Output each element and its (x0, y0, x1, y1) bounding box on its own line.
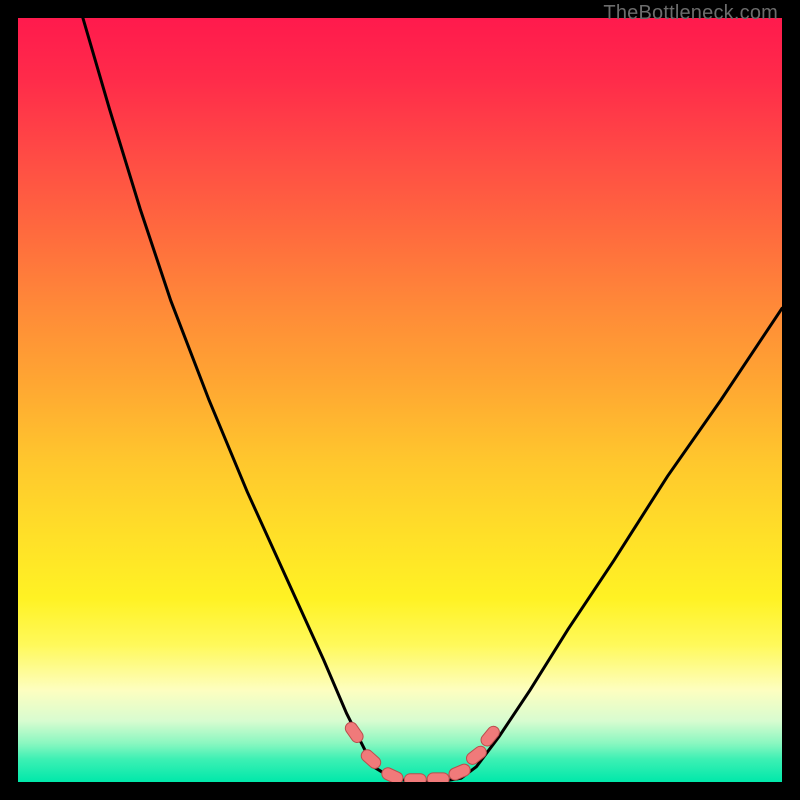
curve-layer (18, 18, 782, 782)
chart-frame: TheBottleneck.com (0, 0, 800, 800)
bottleneck-curve (83, 18, 782, 782)
valley-markers (343, 720, 502, 782)
plot-area (18, 18, 782, 782)
valley-marker (404, 774, 426, 782)
valley-marker (479, 724, 502, 749)
valley-marker (464, 744, 489, 767)
v-curve-path (83, 18, 782, 782)
watermark-text: TheBottleneck.com (603, 2, 778, 25)
valley-marker (427, 773, 449, 782)
valley-marker (447, 762, 472, 782)
valley-marker (380, 766, 405, 782)
valley-marker (359, 747, 383, 771)
